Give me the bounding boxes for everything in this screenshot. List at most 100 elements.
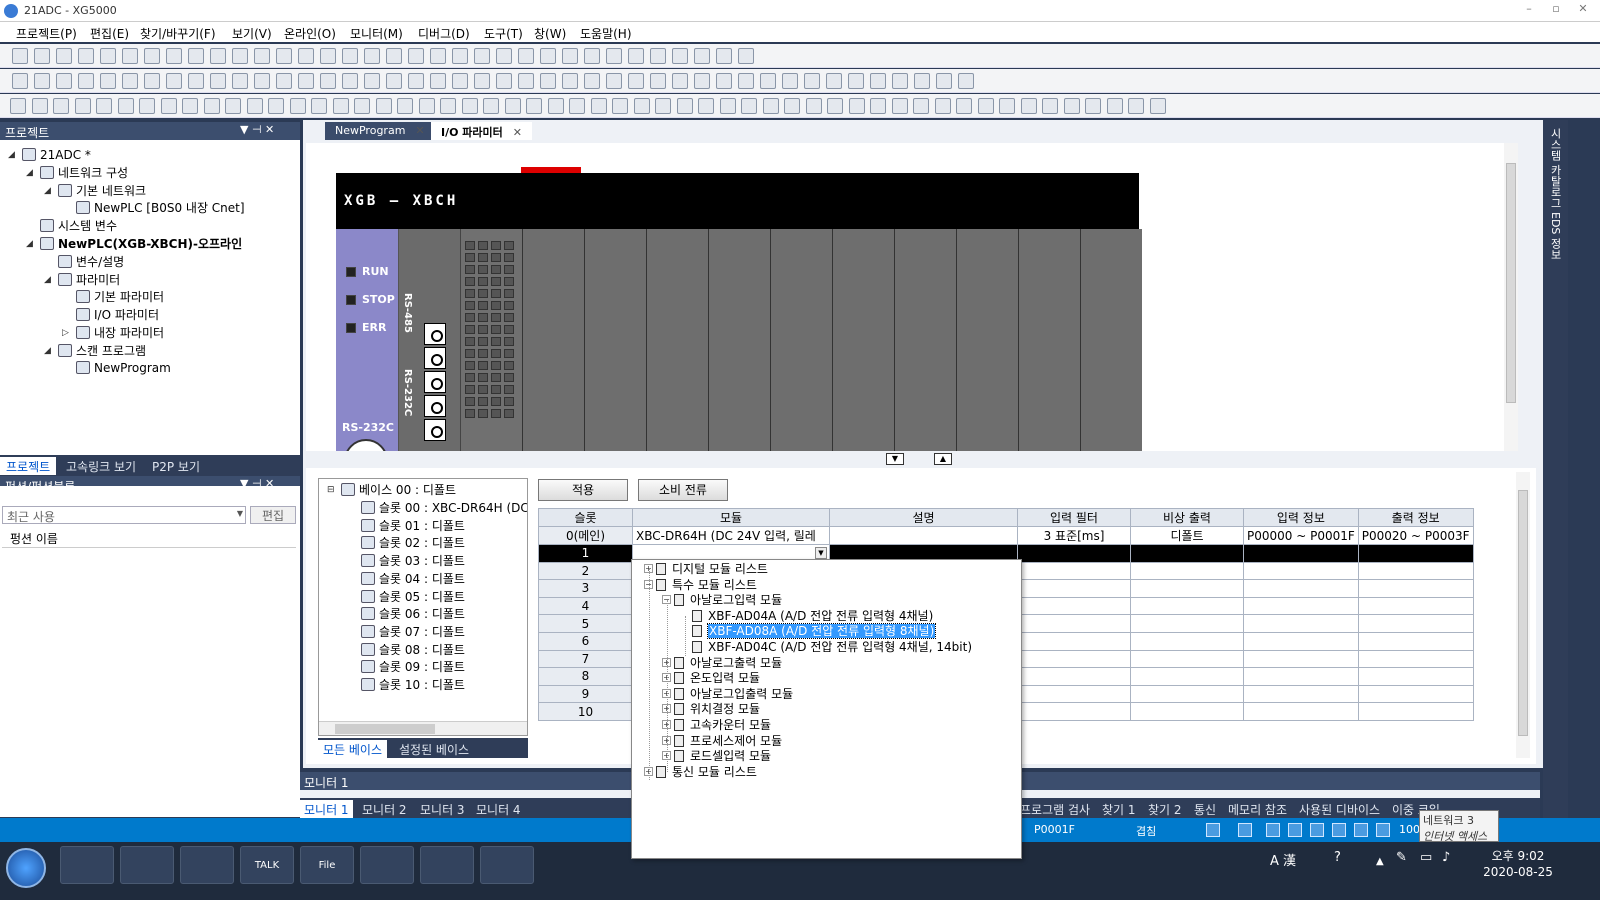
toolbar-icon[interactable] [74, 98, 91, 114]
toolbar-icon[interactable] [298, 73, 314, 89]
toolbar-icon[interactable] [936, 73, 952, 89]
volume-icon[interactable]: ♪ [1442, 850, 1450, 865]
tree-item[interactable]: NewProgram [76, 359, 171, 377]
toolbar-icon[interactable] [34, 73, 50, 89]
toolbar-icon[interactable] [827, 98, 843, 114]
table-cell[interactable] [1357, 649, 1474, 669]
toolbar-icon[interactable] [386, 73, 402, 89]
base-slot-item[interactable]: 슬롯 01 : 디폴트 [361, 517, 465, 535]
expand-icon[interactable]: ◢ [8, 146, 15, 164]
base-slot-item[interactable]: 슬롯 05 : 디폴트 [361, 588, 465, 606]
toolbar-icon[interactable] [738, 48, 754, 64]
tree-item[interactable]: ◢ 파라미터 [44, 271, 120, 289]
table-cell[interactable] [1017, 579, 1131, 598]
toolbar-icon[interactable] [276, 73, 292, 89]
menu-tools[interactable]: 도구(T) [484, 25, 523, 42]
tree-item[interactable]: ◢ 네트워크 구성 [26, 164, 128, 182]
function-category-combo[interactable]: 최근 사용 ▼ [2, 506, 246, 524]
tree-item[interactable]: 변수/설명 [58, 253, 124, 271]
taskbar-app-icon[interactable] [60, 846, 114, 884]
empty-slot[interactable] [770, 229, 832, 451]
base-slot-item[interactable]: 슬롯 08 : 디폴트 [361, 641, 465, 659]
module-item[interactable]: XBF-AD08A (A/D 전압 전류 입력형 8채널) [692, 623, 937, 640]
close-icon[interactable]: ✕ [513, 126, 522, 139]
toolbar-icon[interactable] [430, 48, 446, 64]
table-cell[interactable] [1243, 614, 1359, 633]
table-cell[interactable] [1243, 684, 1359, 704]
toolbar-icon[interactable] [650, 48, 666, 64]
toolbar-icon[interactable] [958, 73, 974, 89]
toolbar-icon[interactable] [1149, 98, 1166, 114]
table-cell[interactable] [1017, 631, 1131, 651]
empty-slot[interactable] [1018, 229, 1080, 451]
module-category[interactable]: − 아날로그입력 모듈 [662, 592, 782, 608]
tab-output[interactable]: 찾기 2 [1144, 800, 1186, 819]
toolbar-icon[interactable] [1128, 98, 1144, 114]
table-cell[interactable] [1130, 702, 1244, 721]
toolbar-icon[interactable] [461, 98, 478, 114]
toolbar-icon[interactable] [100, 48, 116, 64]
module-category[interactable]: − 특수 모듈 리스트 [644, 577, 757, 593]
minimize-button[interactable]: – [1518, 2, 1540, 18]
taskbar-app-icon[interactable]: File [300, 846, 354, 884]
tab-output[interactable]: 메모리 참조 [1224, 800, 1291, 819]
tab-monitor[interactable]: 모니터 2 [358, 800, 411, 819]
table-cell[interactable] [1017, 544, 1131, 563]
tree-item[interactable]: ◢ 21ADC * [8, 146, 91, 164]
table-cell[interactable] [1243, 596, 1359, 616]
toolbar-icon[interactable] [10, 98, 26, 114]
io-scrollbar[interactable] [1516, 472, 1530, 758]
toolbar-icon[interactable] [848, 98, 865, 114]
table-cell[interactable] [1243, 631, 1359, 651]
toolbar-icon[interactable] [298, 48, 314, 64]
empty-slot[interactable] [646, 229, 708, 451]
base-slot-item[interactable]: 슬롯 09 : 디폴트 [361, 658, 465, 676]
menu-edit[interactable]: 편집(E) [90, 25, 129, 42]
base-slot-item[interactable]: 슬롯 06 : 디폴트 [361, 605, 465, 623]
toolbar-icon[interactable] [612, 98, 628, 114]
module-item[interactable]: XBF-AD04C (A/D 전압 전류 입력형 4채널, 14bit) [692, 639, 972, 655]
table-cell[interactable] [1130, 667, 1244, 686]
taskbar-app-icon[interactable]: TALK [240, 846, 294, 884]
tab-configured-bases[interactable]: 설정된 베이스 [394, 740, 474, 759]
column-header[interactable]: 출력 정보 [1357, 508, 1474, 527]
toolbar-icon[interactable] [760, 73, 776, 89]
table-cell[interactable] [1017, 684, 1131, 704]
table-cell[interactable] [1357, 544, 1474, 563]
toolbar-icon[interactable] [320, 48, 336, 64]
slot-cell[interactable]: 2 [538, 561, 633, 581]
toolbar-icon[interactable] [122, 73, 138, 89]
toolbar-icon[interactable] [320, 73, 336, 89]
table-cell[interactable] [1130, 579, 1244, 598]
table-cell[interactable] [1130, 684, 1244, 704]
toolbar-icon[interactable] [144, 48, 160, 64]
toolbar-icon[interactable] [342, 73, 358, 89]
toolbar-icon[interactable] [332, 98, 349, 114]
toolbar-icon[interactable] [254, 73, 270, 89]
table-cell[interactable] [1243, 649, 1359, 669]
toolbar-icon[interactable] [474, 73, 490, 89]
toolbar-icon[interactable] [440, 98, 456, 114]
collapse-down-icon[interactable]: ▼ [886, 453, 904, 465]
toolbar-icon[interactable] [56, 48, 72, 64]
tab-monitor[interactable]: 모니터 1 [300, 800, 353, 819]
apply-button[interactable]: 적용 [538, 479, 628, 501]
slot-cell[interactable]: 10 [538, 702, 633, 721]
panel-controls[interactable]: ▼ ⊣ ✕ [240, 123, 274, 136]
base-slot-item[interactable]: 슬롯 02 : 디폴트 [361, 534, 465, 552]
tab-all-bases[interactable]: 모든 베이스 [318, 740, 388, 759]
pen-icon[interactable]: ✎ [1396, 850, 1407, 865]
menu-help[interactable]: 도움말(H) [580, 25, 632, 42]
toolbar-icon[interactable] [540, 73, 556, 89]
menu-window[interactable]: 창(W) [534, 25, 566, 42]
toolbar-icon[interactable] [210, 73, 226, 89]
toolbar-icon[interactable] [1063, 98, 1080, 114]
expand-icon[interactable]: ◢ [44, 342, 51, 360]
tab-project[interactable]: 프로젝트 [0, 457, 57, 475]
table-cell[interactable] [1243, 579, 1359, 598]
taskbar-app-icon[interactable] [360, 846, 414, 884]
toolbar-icon[interactable] [892, 73, 908, 89]
expand-icon[interactable]: ◢ [26, 164, 33, 182]
tab-monitor[interactable]: 모니터 3 [416, 800, 469, 819]
toolbar-icon[interactable] [78, 48, 94, 64]
